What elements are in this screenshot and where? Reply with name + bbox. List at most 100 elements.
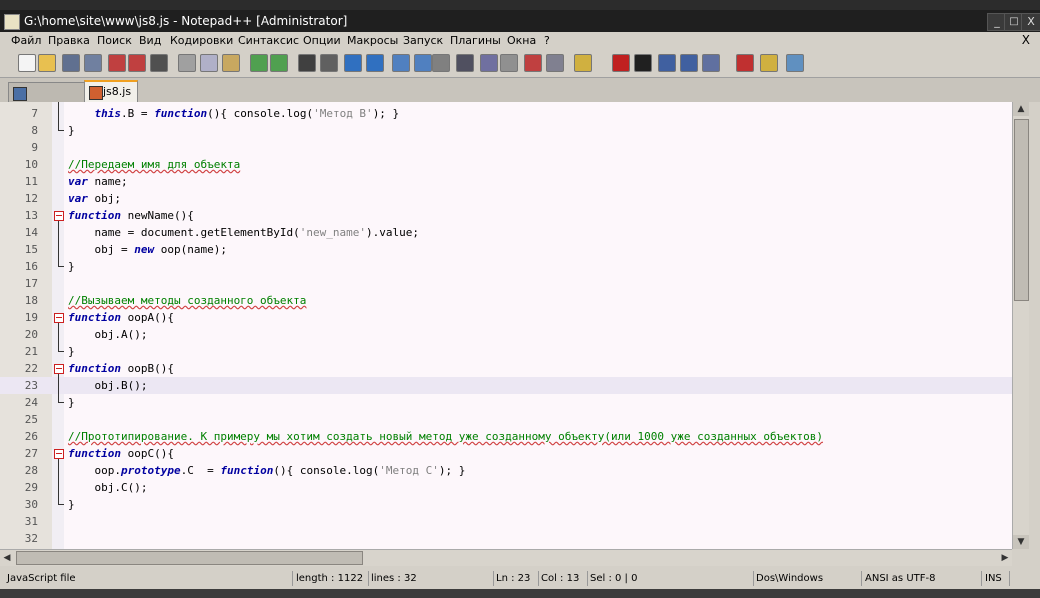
menu-file[interactable]: Файл <box>11 34 41 47</box>
menu-search[interactable]: Поиск <box>97 34 132 47</box>
code-text[interactable]: //Прототипирование. К примеру мы хотим с… <box>68 430 823 443</box>
spellcheck-icon[interactable] <box>736 54 754 72</box>
code-text[interactable]: function oopC(){ <box>68 447 174 460</box>
scroll-up-icon[interactable]: ▲ <box>1013 102 1029 116</box>
scroll-right-icon[interactable]: ▶ <box>998 550 1012 566</box>
sync-v-icon[interactable] <box>392 54 410 72</box>
title-bar[interactable]: G:\home\site\www\js8.js - Notepad++ [Adm… <box>0 10 1040 32</box>
code-line[interactable]: 22 function oopB(){ <box>0 360 1012 377</box>
status-mode[interactable]: INS <box>982 571 1010 586</box>
scroll-down-icon[interactable]: ▼ <box>1013 535 1029 549</box>
record-macro-icon[interactable] <box>612 54 630 72</box>
sync-h-icon[interactable] <box>414 54 432 72</box>
notepadpp-app-icon[interactable] <box>4 14 20 30</box>
paste-icon[interactable] <box>222 54 240 72</box>
print-icon[interactable] <box>150 54 168 72</box>
cut-icon[interactable] <box>178 54 196 72</box>
code-line[interactable]: 24} <box>0 394 1012 411</box>
code-line[interactable]: 21} <box>0 343 1012 360</box>
code-line[interactable]: 29 obj.C(); <box>0 479 1012 496</box>
code-line[interactable]: 7 this.B = function(){ console.log('Мето… <box>0 105 1012 122</box>
code-line[interactable]: 14 name = document.getElementById('new_n… <box>0 224 1012 241</box>
code-line[interactable]: 12 var obj; <box>0 190 1012 207</box>
document-close-icon[interactable]: X <box>1022 33 1030 47</box>
replace-icon[interactable] <box>320 54 338 72</box>
redo-icon[interactable] <box>270 54 288 72</box>
vertical-scroll-thumb[interactable] <box>1014 119 1029 301</box>
spell-settings-icon[interactable] <box>786 54 804 72</box>
code-line[interactable]: 19 function oopA(){ <box>0 309 1012 326</box>
zoom-out-icon[interactable] <box>366 54 384 72</box>
close-button[interactable]: X <box>1021 13 1040 31</box>
menu-view[interactable]: Вид <box>139 34 161 47</box>
menu-edit[interactable]: Правка <box>48 34 90 47</box>
save-icon[interactable] <box>62 54 80 72</box>
code-line[interactable]: 9 <box>0 139 1012 156</box>
code-line[interactable]: 17 <box>0 275 1012 292</box>
scroll-left-icon[interactable]: ◀ <box>0 550 14 566</box>
tab-untitled[interactable] <box>8 82 85 103</box>
code-text[interactable]: } <box>68 498 75 511</box>
code-text[interactable]: function oopA(){ <box>68 311 174 324</box>
code-line[interactable]: 31 <box>0 513 1012 530</box>
code-line[interactable]: 10 //Передаем имя для объекта <box>0 156 1012 173</box>
code-line[interactable]: 20 obj.A(); <box>0 326 1012 343</box>
code-text[interactable]: obj.A(); <box>68 328 147 341</box>
code-line[interactable]: 25 <box>0 411 1012 428</box>
code-line[interactable]: 26 //Прототипирование. К примеру мы хотим… <box>0 428 1012 445</box>
indent-guide-icon[interactable] <box>480 54 498 72</box>
doc-map-icon[interactable] <box>524 54 542 72</box>
menu-macros[interactable]: Макросы <box>347 34 398 47</box>
menu-options[interactable]: Опции <box>303 34 341 47</box>
status-eol[interactable]: Dos\Windows <box>753 571 862 586</box>
undo-icon[interactable] <box>250 54 268 72</box>
code-text[interactable]: obj.B(); <box>68 379 147 392</box>
code-line[interactable]: 16} <box>0 258 1012 275</box>
code-text[interactable]: obj.C(); <box>68 481 147 494</box>
code-line[interactable]: 23 obj.B(); <box>0 377 1012 394</box>
code-line[interactable]: 15 obj = new oop(name); <box>0 241 1012 258</box>
close-icon[interactable] <box>108 54 126 72</box>
udl-icon[interactable] <box>500 54 518 72</box>
play-multi-icon[interactable] <box>680 54 698 72</box>
tab-js8[interactable]: js8.js <box>84 80 138 102</box>
open-file-icon[interactable] <box>38 54 56 72</box>
zoom-in-icon[interactable] <box>344 54 362 72</box>
find-icon[interactable] <box>298 54 316 72</box>
play-macro-icon[interactable] <box>658 54 676 72</box>
all-chars-icon[interactable] <box>456 54 474 72</box>
menu-plugins[interactable]: Плагины <box>450 34 501 47</box>
code-line[interactable]: 32 <box>0 530 1012 547</box>
code-text[interactable]: //Передаем имя для объекта <box>68 158 240 171</box>
code-text[interactable]: name = document.getElementById('new_name… <box>68 226 419 239</box>
folder-icon[interactable] <box>574 54 592 72</box>
fold-toggle-icon[interactable] <box>54 313 64 323</box>
save-all-icon[interactable] <box>84 54 102 72</box>
code-editor[interactable]: 7 this.B = function(){ console.log('Мето… <box>0 102 1012 549</box>
code-text[interactable]: //Вызываем методы созданного объекта <box>68 294 306 307</box>
save-macro-icon[interactable] <box>702 54 720 72</box>
code-line[interactable]: 11 var name; <box>0 173 1012 190</box>
func-list-icon[interactable] <box>546 54 564 72</box>
horizontal-scrollbar[interactable]: ◀ ▶ <box>0 549 1012 566</box>
menu-encoding[interactable]: Кодировки <box>170 34 233 47</box>
menu-syntax[interactable]: Синтаксис <box>238 34 299 47</box>
code-line[interactable]: 30} <box>0 496 1012 513</box>
copy-icon[interactable] <box>200 54 218 72</box>
horizontal-scroll-thumb[interactable] <box>16 551 363 565</box>
wrap-icon[interactable] <box>432 54 450 72</box>
fold-toggle-icon[interactable] <box>54 211 64 221</box>
fold-toggle-icon[interactable] <box>54 449 64 459</box>
stop-macro-icon[interactable] <box>634 54 652 72</box>
menu-run[interactable]: Запуск <box>403 34 443 47</box>
code-text[interactable]: obj = new oop(name); <box>68 243 226 256</box>
code-text[interactable]: } <box>68 260 75 273</box>
code-line[interactable]: 18 //Вызываем методы созданного объекта <box>0 292 1012 309</box>
spell-folder-icon[interactable] <box>760 54 778 72</box>
code-text[interactable]: } <box>68 396 75 409</box>
code-text[interactable]: function newName(){ <box>68 209 194 222</box>
menu-help[interactable]: ? <box>544 34 550 47</box>
vertical-scrollbar[interactable]: ▲ ▼ <box>1012 102 1029 549</box>
code-text[interactable]: this.B = function(){ console.log('Метод … <box>68 107 400 120</box>
code-text[interactable]: var obj; <box>68 192 121 205</box>
